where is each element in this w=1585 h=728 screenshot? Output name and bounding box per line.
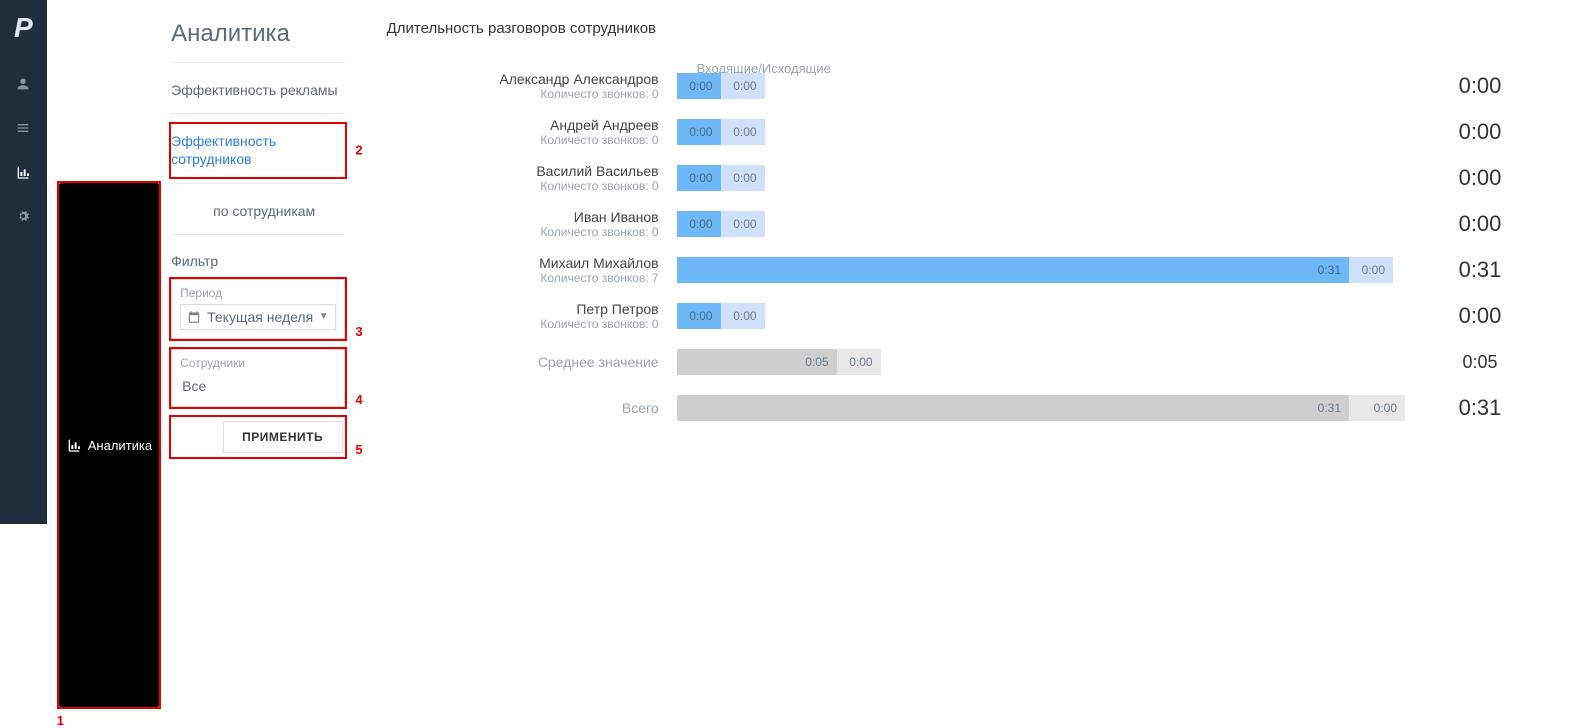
bar: 0:000:00	[677, 165, 1405, 191]
bar-segment-incoming: 0:00	[677, 73, 721, 99]
row-name: Михаил Михайлов	[387, 255, 659, 271]
row-sub: Количесто звонков: 0	[387, 179, 659, 193]
row-total: 0:31	[1405, 257, 1555, 283]
bar: 0:310:00	[677, 257, 1405, 283]
annotation-1: 1	[57, 713, 64, 728]
employee-row: Александр АлександровКоличесто звонков: …	[387, 63, 1555, 109]
list-icon[interactable]	[15, 120, 31, 136]
logo: P	[14, 12, 33, 44]
bar-segment-incoming: 0:00	[677, 119, 721, 145]
card-title: Длительность разговоров сотрудников	[387, 20, 1555, 37]
row-name: Всего	[387, 400, 659, 416]
bar: 0:000:00	[677, 211, 1405, 237]
bar-segment-outgoing: 0:00	[1349, 395, 1405, 421]
period-select[interactable]: Текущая неделя ▼	[180, 304, 335, 330]
divider	[171, 113, 344, 114]
sidebar-item-ads-efficiency[interactable]: Эффективность рекламы	[171, 73, 344, 107]
bar-chart-icon	[66, 437, 82, 453]
employees-value[interactable]: Все	[180, 374, 335, 398]
row-total: 0:00	[1405, 211, 1555, 237]
chart: Входящие/Исходящие Александр Александров…	[387, 63, 1555, 431]
bar-segment-incoming: 0:05	[677, 349, 837, 375]
row-sub: Количесто звонков: 7	[387, 271, 659, 285]
sidebar: Аналитика Эффективность рекламы Эффектив…	[147, 0, 356, 524]
bar-segment-outgoing: 0:00	[721, 73, 765, 99]
employee-row: Михаил МихайловКоличесто звонков: 70:310…	[387, 247, 1555, 293]
employee-row: Иван ИвановКоличесто звонков: 00:000:000…	[387, 201, 1555, 247]
row-total: 0:05	[1405, 352, 1555, 373]
row-name: Александр Александров	[387, 71, 659, 87]
bar-segment-outgoing: 0:00	[837, 349, 881, 375]
annotation-2: 2	[355, 143, 362, 158]
calendar-icon	[187, 310, 201, 324]
bar: 0:000:00	[677, 73, 1405, 99]
settings-icon[interactable]	[15, 208, 31, 224]
row-name: Иван Иванов	[387, 209, 659, 225]
divider	[171, 183, 344, 184]
row-name: Петр Петров	[387, 301, 659, 317]
bar-segment-incoming: 0:00	[677, 303, 721, 329]
bar-segment-incoming: 0:31	[677, 257, 1349, 283]
user-icon[interactable]	[15, 76, 31, 92]
row-total: 0:31	[1405, 395, 1555, 421]
bar-segment-incoming: 0:00	[677, 211, 721, 237]
row-sub: Количесто звонков: 0	[387, 317, 659, 331]
employee-row: Петр ПетровКоличесто звонков: 00:000:000…	[387, 293, 1555, 339]
chevron-down-icon: ▼	[319, 311, 329, 322]
divider	[171, 234, 344, 235]
bar-segment-outgoing: 0:00	[721, 303, 765, 329]
row-total: 0:00	[1405, 165, 1555, 191]
period-value: Текущая неделя	[207, 309, 313, 325]
bar: 0:050:00	[677, 349, 1405, 375]
annotation-4: 4	[355, 392, 362, 407]
tooltip-label: Аналитика	[88, 438, 152, 453]
bar-segment-incoming: 0:00	[677, 165, 721, 191]
summary-row: Среднее значение0:050:000:05	[387, 339, 1555, 385]
bar-segment-outgoing: 0:00	[721, 119, 765, 145]
employee-row: Андрей АндреевКоличесто звонков: 00:000:…	[387, 109, 1555, 155]
employees-field: Сотрудники Все	[171, 349, 344, 407]
row-name: Андрей Андреев	[387, 117, 659, 133]
analytics-icon[interactable]	[15, 164, 31, 180]
nav-rail: P	[0, 0, 47, 524]
employee-row: Василий ВасильевКоличесто звонков: 0 0:00…	[387, 155, 1555, 201]
bar: 0:000:00	[677, 119, 1405, 145]
bar-segment-outgoing: 0:00	[1349, 257, 1393, 283]
apply-button[interactable]: ПРИМЕНИТЬ	[223, 421, 343, 453]
sidebar-item-by-employee[interactable]: по сотрудникам	[171, 194, 344, 228]
row-name: Василий Васильев	[387, 163, 659, 179]
divider	[171, 62, 344, 63]
row-total: 0:00	[1405, 303, 1555, 329]
row-total: 0:00	[1405, 119, 1555, 145]
period-field: Период Текущая неделя ▼	[171, 279, 344, 339]
row-sub: Количесто звонков: 0	[387, 133, 659, 147]
bar-segment-outgoing: 0:00	[721, 165, 765, 191]
bar-segment-outgoing: 0:00	[721, 211, 765, 237]
page-title: Аналитика	[171, 20, 344, 48]
annotation-5: 5	[355, 442, 362, 457]
period-label: Период	[180, 286, 335, 300]
sidebar-item-employee-efficiency[interactable]: Эффективность сотрудников	[171, 124, 344, 176]
employees-label: Сотрудники	[180, 356, 335, 370]
row-total: 0:00	[1405, 73, 1555, 99]
bar-segment-incoming: 0:31	[677, 395, 1349, 421]
filter-header: Фильтр	[171, 253, 344, 269]
main-content: Длительность разговоров сотрудников Вход…	[357, 0, 1585, 524]
row-sub: Количесто звонков: 0	[387, 225, 659, 239]
tooltip-analytics: Аналитика 1	[59, 183, 159, 707]
annotation-3: 3	[355, 324, 362, 339]
bar: 0:310:00	[677, 395, 1405, 421]
row-sub: Количесто звонков: 0	[387, 87, 659, 101]
summary-row: Всего 0:310:000:31	[387, 385, 1555, 431]
row-name: Среднее значение	[387, 354, 659, 370]
bar: 0:000:00	[677, 303, 1405, 329]
